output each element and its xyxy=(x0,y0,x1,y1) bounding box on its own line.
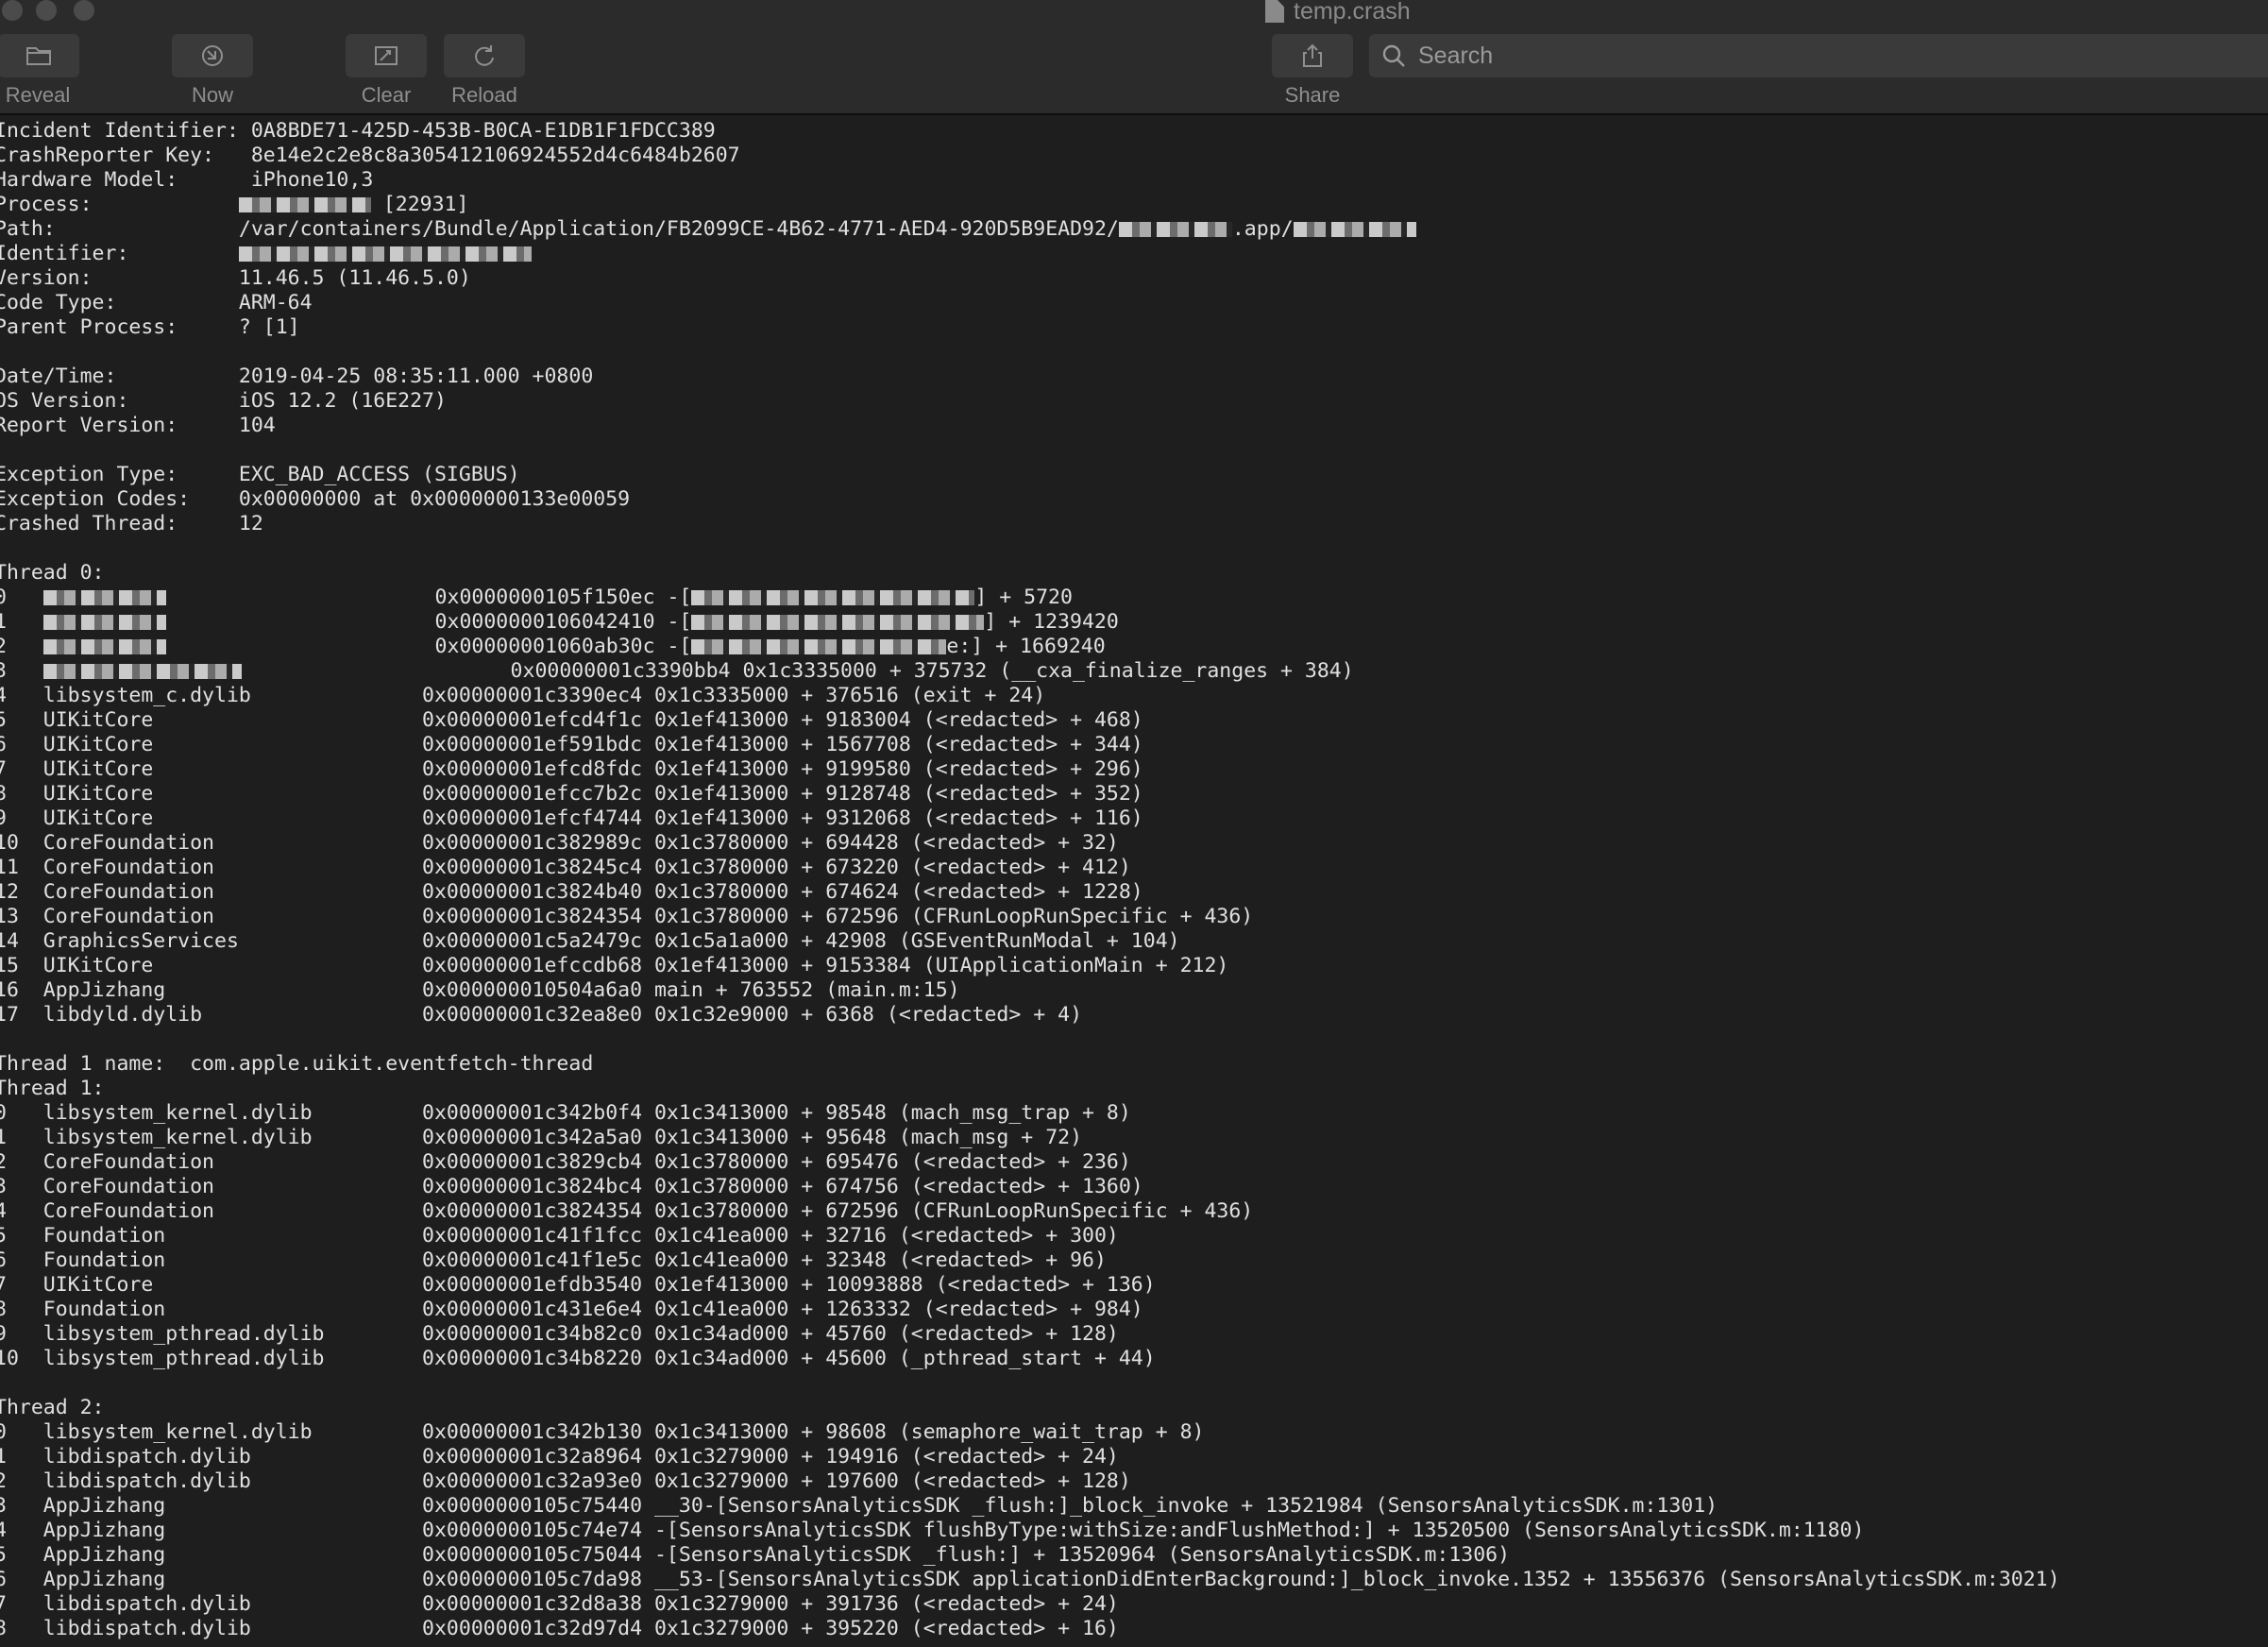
search-box[interactable] xyxy=(1369,34,2268,77)
log-line: 12 CoreFoundation 0x00000001c3824b40 0x1… xyxy=(0,880,1143,904)
log-line: Identifier: xyxy=(0,242,2268,266)
zoom-window-button[interactable] xyxy=(74,0,94,21)
reveal-label: Reveal xyxy=(5,83,71,107)
log-line: OS Version: iOS 12.2 (16E227) xyxy=(0,389,447,413)
search-icon xyxy=(1382,44,1405,67)
log-line: Hardware Model: iPhone10,3 xyxy=(0,168,374,192)
now-button[interactable] xyxy=(172,34,253,77)
log-line: 10 CoreFoundation 0x00000001c382989c 0x1… xyxy=(0,831,1119,855)
log-line: 8 libdispatch.dylib 0x00000001c32d97d4 0… xyxy=(0,1617,1119,1640)
log-line: 8 UIKitCore 0x00000001efcc7b2c 0x1ef4130… xyxy=(0,782,1143,806)
log-line: 5 UIKitCore 0x00000001efcd4f1c 0x1ef4130… xyxy=(0,708,1143,732)
redacted-blur xyxy=(691,639,947,654)
folder-icon xyxy=(26,47,51,65)
window-title: temp.crash xyxy=(1265,0,1411,25)
log-line: 4 CoreFoundation 0x00000001c3824354 0x1c… xyxy=(0,1199,1254,1223)
log-line: Report Version: 104 xyxy=(0,414,276,437)
crash-log-content[interactable]: Incident Identifier: 0A8BDE71-425D-453B-… xyxy=(0,119,2268,1647)
redacted-blur xyxy=(238,197,371,212)
redacted-blur xyxy=(238,246,532,262)
log-line: 4 libsystem_c.dylib 0x00000001c3390ec4 0… xyxy=(0,684,1046,707)
log-line: 7 UIKitCore 0x00000001efdb3540 0x1ef4130… xyxy=(0,1273,1156,1297)
share-icon xyxy=(1303,43,1322,67)
now-icon xyxy=(202,45,223,66)
log-line: 14 GraphicsServices 0x00000001c5a2479c 0… xyxy=(0,929,1180,953)
document-icon xyxy=(1265,0,1284,23)
log-line: 2 CoreFoundation 0x00000001c3829cb4 0x1c… xyxy=(0,1150,1131,1174)
log-line: CrashReporter Key: 8e14e2c2e8c8a30541210… xyxy=(0,144,740,167)
log-line: 11 CoreFoundation 0x00000001c38245c4 0x1… xyxy=(0,856,1131,879)
log-line: 9 libsystem_pthread.dylib 0x00000001c34b… xyxy=(0,1322,1119,1346)
clear-button[interactable] xyxy=(346,34,427,77)
clear-icon xyxy=(375,46,398,65)
log-line: Exception Type: EXC_BAD_ACCESS (SIGBUS) xyxy=(0,463,520,486)
log-line: Incident Identifier: 0A8BDE71-425D-453B-… xyxy=(0,119,716,143)
redacted-blur xyxy=(42,615,166,630)
window-title-text: temp.crash xyxy=(1294,0,1411,25)
log-line: 0 0x0000000105f150ec -[] + 5720 xyxy=(0,586,1073,609)
log-line: 13 CoreFoundation 0x00000001c3824354 0x1… xyxy=(0,905,1254,928)
redacted-blur xyxy=(1293,222,1416,237)
redacted-blur xyxy=(1118,222,1232,237)
log-line: Thread 2: xyxy=(0,1396,105,1419)
log-line: 1 libdispatch.dylib 0x00000001c32a8964 0… xyxy=(0,1445,1119,1469)
log-line: 4 AppJizhang 0x0000000105c74e74 -[Sensor… xyxy=(0,1519,1865,1542)
reload-label: Reload xyxy=(451,83,517,107)
share-label: Share xyxy=(1284,83,1341,107)
log-line: 9 UIKitCore 0x00000001efcf4744 0x1ef4130… xyxy=(0,807,1143,830)
log-line: 8 Foundation 0x00000001c431e6e4 0x1c41ea… xyxy=(0,1298,1143,1321)
log-line: Crashed Thread: 12 xyxy=(0,512,263,535)
redacted-blur xyxy=(42,590,166,605)
log-line: 16 AppJizhang 0x000000010504a6a0 main + … xyxy=(0,978,960,1002)
redacted-blur xyxy=(42,664,242,679)
log-line: Thread 0: xyxy=(0,561,105,585)
log-line: 7 UIKitCore 0x00000001efcd8fdc 0x1ef4130… xyxy=(0,757,1143,781)
reload-button[interactable] xyxy=(444,34,525,77)
log-line: Exception Codes: 0x00000000 at 0x0000000… xyxy=(0,487,631,511)
minimize-window-button[interactable] xyxy=(36,0,57,21)
log-line: 2 libdispatch.dylib 0x00000001c32a93e0 0… xyxy=(0,1469,1131,1493)
log-line: 0 libsystem_kernel.dylib 0x00000001c342b… xyxy=(0,1420,1205,1444)
log-line: 3 0x00000001c3390bb4 0x1c3335000 + 37573… xyxy=(0,659,1354,683)
log-line: 15 UIKitCore 0x00000001efccdb68 0x1ef413… xyxy=(0,954,1229,977)
log-line: Process: [22931] xyxy=(0,193,469,216)
log-line: 0 libsystem_kernel.dylib 0x00000001c342b… xyxy=(0,1101,1131,1125)
redacted-blur xyxy=(691,590,975,605)
close-window-button[interactable] xyxy=(2,0,23,21)
log-line: 10 libsystem_pthread.dylib 0x00000001c34… xyxy=(0,1347,1156,1370)
log-line: Thread 1 name: com.apple.uikit.eventfetc… xyxy=(0,1052,594,1076)
log-line: 7 libdispatch.dylib 0x00000001c32d8a38 0… xyxy=(0,1592,1119,1616)
log-line: Thread 1: xyxy=(0,1077,105,1100)
now-label: Now xyxy=(191,83,233,107)
reveal-button[interactable] xyxy=(0,34,79,77)
log-line: 6 Foundation 0x00000001c41f1e5c 0x1c41ea… xyxy=(0,1248,1107,1272)
log-line: 17 libdyld.dylib 0x00000001c32ea8e0 0x1c… xyxy=(0,1003,1083,1027)
log-line: 1 libsystem_kernel.dylib 0x00000001c342a… xyxy=(0,1126,1083,1149)
clear-label: Clear xyxy=(361,83,412,107)
log-line: 1 0x0000000106042410 -[] + 1239420 xyxy=(0,610,1119,634)
reload-icon xyxy=(475,45,494,66)
redacted-blur xyxy=(691,615,985,630)
log-line: 6 AppJizhang 0x0000000105c7da98 __53-[Se… xyxy=(0,1568,2060,1591)
toolbar: temp.crash Reveal Now Clear Reload Share xyxy=(0,0,2268,115)
log-line: Code Type: ARM-64 xyxy=(0,291,313,314)
log-line: 3 CoreFoundation 0x00000001c3824bc4 0x1c… xyxy=(0,1175,1143,1198)
log-line: 5 AppJizhang 0x0000000105c75044 -[Sensor… xyxy=(0,1543,1511,1567)
log-line: 5 Foundation 0x00000001c41f1fcc 0x1c41ea… xyxy=(0,1224,1119,1248)
search-input[interactable] xyxy=(1416,41,2232,71)
log-line: 2 0x00000001060ab30c -[e:] + 1669240 xyxy=(0,635,1106,658)
log-line: 3 AppJizhang 0x0000000105c75440 __30-[Se… xyxy=(0,1494,1718,1518)
log-line: Date/Time: 2019-04-25 08:35:11.000 +0800 xyxy=(0,365,594,388)
redacted-blur xyxy=(42,639,166,654)
log-line: Version: 11.46.5 (11.46.5.0) xyxy=(0,266,471,290)
log-line: 6 UIKitCore 0x00000001ef591bdc 0x1ef4130… xyxy=(0,733,1143,756)
log-line: Path: /var/containers/Bundle/Application… xyxy=(0,217,2268,242)
log-line: Parent Process: ? [1] xyxy=(0,315,300,339)
share-button[interactable] xyxy=(1272,34,1353,77)
